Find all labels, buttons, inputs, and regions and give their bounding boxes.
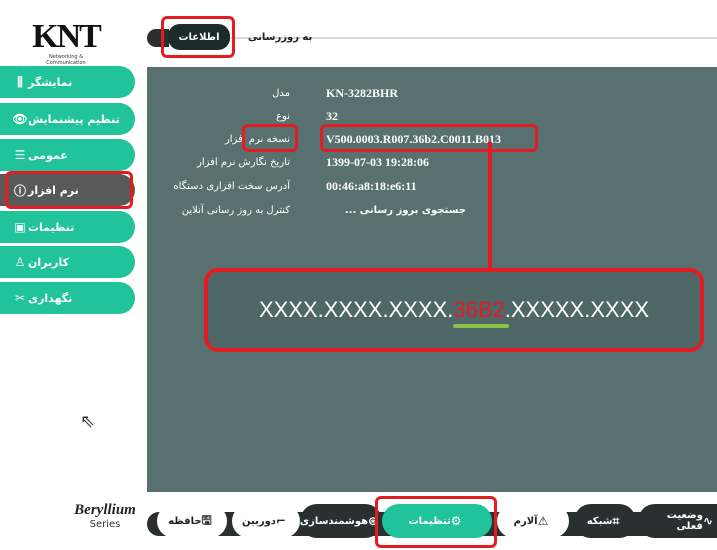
sidebar-item-label: نگهداری — [28, 291, 73, 305]
callout-prefix: XXXX.XXXX.XXXX. — [258, 297, 454, 322]
info-row-model: مدل KN-3282BHR — [150, 84, 710, 102]
highlight-frame — [320, 124, 538, 152]
info-value: 00:46:a8:18:e6:11 — [326, 178, 417, 193]
logo-subtitle: Networking & Communication — [46, 54, 86, 66]
sidebar-item-settings[interactable]: تنظیمات ▣ — [0, 211, 135, 243]
columns-icon: ⫼ — [17, 74, 23, 89]
highlight-frame — [5, 171, 133, 209]
bottom-item-label: هوشمندسازی — [299, 515, 369, 527]
sidebar-item-label: عمومی — [28, 148, 68, 162]
info-label: کنترل به روز رسانی آنلاین — [181, 204, 290, 216]
info-row-online-update: کنترل به روز رسانی آنلاین جستجوی بروز رس… — [150, 201, 710, 219]
check-update-link[interactable]: جستجوی بروز رسانی ... — [326, 205, 466, 216]
sidebar-item-label: نمایشگر — [28, 75, 73, 89]
info-label: نوع — [276, 110, 290, 122]
version-callout: XXXX.XXXX.XXXX. 36B2 .XXXXX.XXXX — [204, 268, 704, 352]
info-row-mac: آدرس سخت افزاری دستگاه 00:46:a8:18:e6:11 — [150, 177, 710, 195]
info-value: KN-3282BHR — [326, 85, 398, 100]
series-subtitle: Series — [89, 519, 121, 530]
sidebar-item-label: تنظیمات — [28, 220, 75, 234]
bottom-item-label: حافظه — [168, 515, 202, 527]
sidebar-item-display[interactable]: نمایشگر ⫼ — [0, 66, 135, 98]
info-label: مدل — [272, 87, 290, 99]
tab-update[interactable]: به روزرسانی — [248, 27, 328, 47]
sidebar-item-label: کاربران — [28, 255, 69, 269]
sidebar-item-preview[interactable]: تنظیم پیشنمایش 👁 — [0, 103, 135, 135]
sidebar-item-maintenance[interactable]: نگهداری ✂ — [0, 282, 135, 314]
camera-icon: ⌐ — [275, 514, 287, 528]
user-icon: ♙ — [14, 255, 26, 269]
callout-connector — [488, 142, 492, 270]
info-row-build-date: تاریخ نگارش نرم افزار 1399-07-03 19:28:0… — [150, 153, 710, 171]
bottom-item-alarm[interactable]: ⚠ آلارم — [497, 504, 569, 538]
settings-icon: ▣ — [14, 220, 26, 234]
callout-highlight: 36B2 — [453, 297, 505, 322]
bottom-item-status[interactable]: ∿ وضعیت فعلی — [638, 504, 717, 538]
sidebar-item-label: تنظیم پیشنمایش — [28, 112, 120, 126]
callout-suffix: .XXXXX.XXXX — [504, 297, 650, 322]
sidebar-item-general[interactable]: عمومی ☰ — [0, 139, 135, 171]
bottom-item-label: وضعیت فعلی — [666, 510, 703, 532]
callout-underline — [453, 324, 509, 328]
bottom-item-network[interactable]: ⌗ شبکه — [574, 504, 636, 538]
series-title: Beryllium — [74, 502, 136, 518]
save-icon: 🖫 — [201, 512, 212, 527]
bottom-item-smart[interactable]: ⊛ هوشمندسازی — [300, 504, 382, 538]
info-value: 32 — [326, 108, 338, 123]
highlight-frame — [161, 16, 235, 58]
logo-text: KNT — [32, 18, 102, 55]
bottom-item-label: شبکه — [586, 515, 613, 527]
brand-logo: KNT Networking & Communication — [30, 18, 102, 67]
highlight-frame — [242, 124, 298, 152]
info-label: تاریخ نگارش نرم افزار — [197, 156, 290, 168]
network-icon: ⌗ — [612, 513, 620, 528]
alarm-icon: ⚠ — [537, 514, 549, 528]
bottom-item-label: آلارم — [513, 515, 538, 527]
tools-icon: ✂ — [14, 291, 26, 305]
bottom-item-storage[interactable]: 🖫 حافظه — [157, 504, 227, 538]
bottom-item-label: دوربین — [242, 515, 276, 527]
bottom-item-camera[interactable]: ⌐ دوربین — [232, 504, 300, 538]
series-brand: Beryllium Series — [60, 502, 150, 530]
info-row-type: نوع 32 — [150, 107, 710, 125]
info-value: 1399-07-03 19:28:06 — [326, 154, 429, 169]
pulse-icon: ∿ — [702, 514, 713, 528]
mouse-cursor-icon: ⇖ — [80, 411, 96, 432]
info-label: آدرس سخت افزاری دستگاه — [173, 180, 290, 192]
sidebar-item-users[interactable]: کاربران ♙ — [0, 246, 135, 278]
highlight-frame — [375, 496, 497, 548]
list-icon: ☰ — [14, 148, 26, 162]
eye-icon: 👁 — [12, 112, 28, 126]
